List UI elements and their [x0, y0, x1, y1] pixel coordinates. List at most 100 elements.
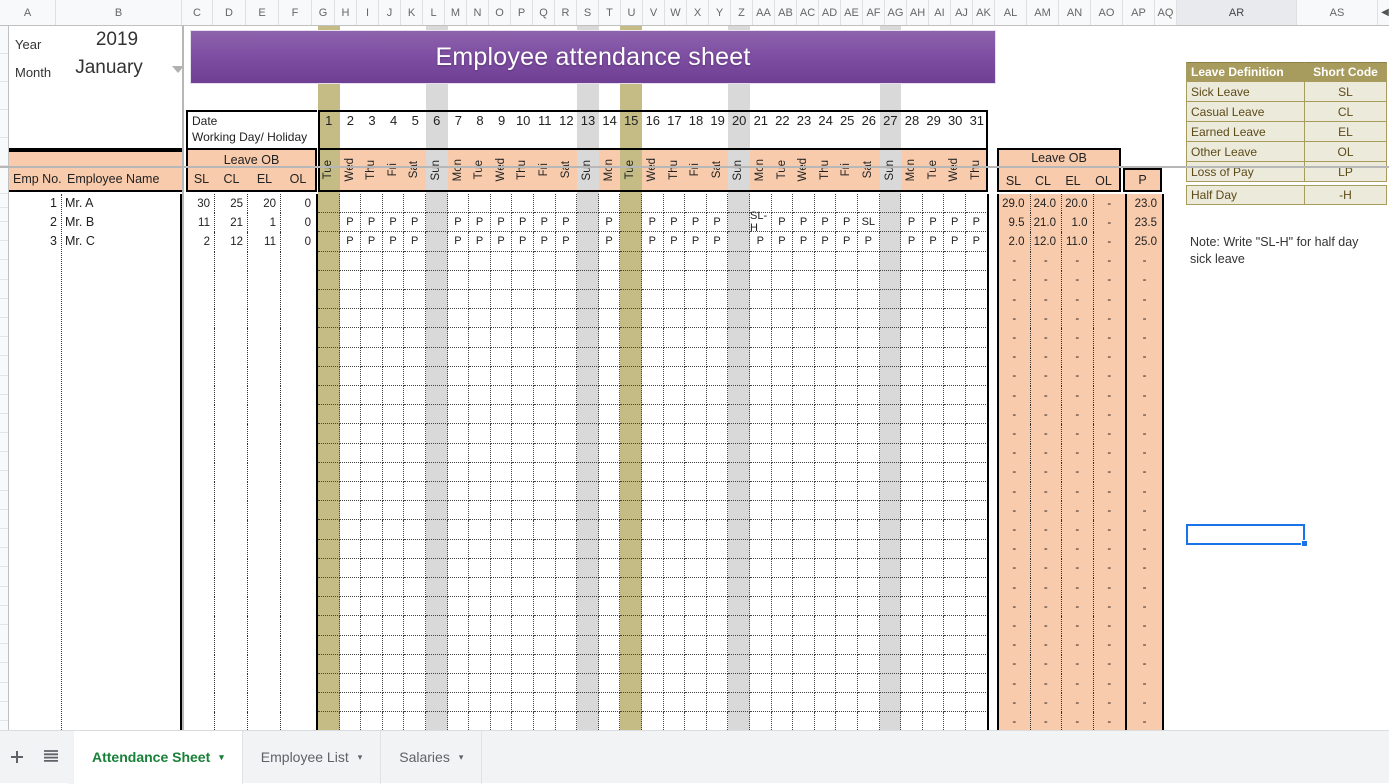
attendance-cell[interactable]	[426, 424, 448, 444]
attendance-cell[interactable]: P	[512, 213, 534, 233]
attendance-cell[interactable]	[469, 558, 491, 578]
leave-ob-cell-cl[interactable]	[215, 597, 248, 617]
summary-cell-el[interactable]: -	[1062, 578, 1094, 598]
employee-number-cell[interactable]	[9, 309, 57, 328]
summary-cell-ol[interactable]: -	[1093, 501, 1125, 521]
leave-ob-cell-cl[interactable]	[215, 270, 248, 290]
attendance-cell[interactable]	[469, 309, 491, 329]
row-header-cell[interactable]	[0, 414, 8, 434]
employee-number-cell[interactable]: 2	[9, 213, 57, 232]
attendance-cell[interactable]: P	[382, 232, 405, 252]
summary-cell-el[interactable]: -	[1062, 712, 1094, 730]
attendance-cell[interactable]	[512, 347, 534, 367]
attendance-cell[interactable]	[382, 270, 405, 290]
leave-ob-cell-el[interactable]	[248, 597, 281, 617]
summary-cell-el[interactable]: -	[1062, 366, 1094, 386]
attendance-cell[interactable]	[944, 501, 966, 521]
weekday-header-2[interactable]: Wed	[339, 148, 362, 192]
attendance-cell[interactable]	[577, 578, 599, 598]
employee-number-cell[interactable]	[9, 597, 57, 616]
attendance-cell[interactable]	[814, 616, 837, 636]
attendance-cell[interactable]	[901, 501, 923, 521]
attendance-cell[interactable]	[577, 366, 599, 386]
attendance-cell[interactable]	[447, 693, 470, 713]
attendance-cell[interactable]	[361, 194, 383, 214]
column-header-aa[interactable]: AA	[753, 0, 775, 25]
attendance-cell[interactable]	[556, 712, 578, 730]
attendance-cell[interactable]	[922, 501, 945, 521]
attendance-cell[interactable]	[620, 482, 642, 502]
attendance-cell[interactable]	[339, 520, 362, 540]
attendance-cell[interactable]: P	[555, 213, 578, 233]
attendance-cell[interactable]	[879, 462, 902, 482]
attendance-cell[interactable]	[750, 386, 772, 406]
attendance-cell[interactable]	[382, 558, 405, 578]
attendance-cell[interactable]	[382, 251, 405, 271]
attendance-cell[interactable]	[598, 558, 621, 578]
attendance-cell[interactable]	[901, 558, 923, 578]
attendance-cell[interactable]	[534, 424, 556, 444]
attendance-cell[interactable]	[426, 654, 448, 674]
summary-cell-sl[interactable]: -	[999, 462, 1031, 482]
attendance-cell[interactable]	[966, 578, 988, 598]
summary-cell-present[interactable]: -	[1127, 290, 1162, 310]
attendance-cell[interactable]	[469, 597, 491, 617]
leave-ob-cell-cl[interactable]: 25	[215, 194, 248, 214]
attendance-cell[interactable]	[642, 328, 664, 348]
chevron-down-icon[interactable]: ▾	[219, 752, 224, 763]
attendance-cell[interactable]	[620, 597, 642, 617]
attendance-cell[interactable]	[966, 194, 988, 214]
summary-cell-ol[interactable]: -	[1093, 482, 1125, 502]
attendance-cell[interactable]	[922, 309, 945, 329]
attendance-cell[interactable]	[728, 578, 750, 598]
summary-cell-el[interactable]: -	[1062, 501, 1094, 521]
column-header-ac[interactable]: AC	[797, 0, 819, 25]
summary-cell-present[interactable]: -	[1127, 712, 1162, 730]
attendance-cell[interactable]	[642, 443, 664, 463]
attendance-cell[interactable]	[836, 309, 858, 329]
attendance-cell[interactable]: P	[814, 232, 837, 252]
summary-cell-present[interactable]: -	[1127, 539, 1162, 559]
attendance-cell[interactable]	[879, 616, 902, 636]
leave-ob-cell-sl[interactable]: 30	[188, 194, 215, 214]
attendance-cell[interactable]	[598, 194, 621, 214]
attendance-cell[interactable]	[469, 270, 491, 290]
leave-ob-cell-cl[interactable]	[215, 578, 248, 598]
row-header-cell[interactable]	[0, 138, 8, 166]
leave-ob-cell-ol[interactable]: 0	[281, 194, 315, 213]
attendance-cell[interactable]	[447, 251, 470, 271]
attendance-cell[interactable]	[339, 578, 362, 598]
attendance-cell[interactable]	[534, 443, 556, 463]
attendance-cell[interactable]	[750, 290, 772, 310]
leave-ob-cell-el[interactable]	[248, 290, 281, 310]
attendance-cell[interactable]: P	[598, 232, 621, 252]
leave-ob-cell-cl[interactable]	[215, 558, 248, 578]
attendance-cell[interactable]: P	[534, 213, 556, 233]
attendance-cell[interactable]	[598, 578, 621, 598]
attendance-cell[interactable]	[836, 482, 858, 502]
attendance-cell[interactable]	[663, 366, 686, 386]
attendance-cell[interactable]: P	[534, 232, 556, 252]
column-header-aq[interactable]: AQ	[1155, 0, 1177, 25]
leave-ob-cell-sl[interactable]	[188, 443, 215, 463]
summary-cell-sl[interactable]: -	[999, 654, 1031, 674]
summary-cell-cl[interactable]: -	[1030, 386, 1062, 406]
leave-ob-cell-el[interactable]	[248, 539, 281, 559]
row-header-cell[interactable]	[0, 356, 8, 376]
attendance-cell[interactable]	[836, 462, 858, 482]
attendance-cell[interactable]	[318, 578, 340, 598]
attendance-cell[interactable]: P	[771, 232, 794, 252]
attendance-cell[interactable]	[642, 290, 664, 310]
attendance-cell[interactable]	[922, 194, 945, 214]
attendance-cell[interactable]	[340, 712, 362, 730]
attendance-cell[interactable]	[382, 424, 405, 444]
attendance-cell[interactable]	[663, 309, 686, 329]
attendance-cell[interactable]	[383, 712, 405, 730]
attendance-cell[interactable]	[706, 290, 729, 310]
leave-ob-cell-el[interactable]	[248, 712, 281, 730]
attendance-cell[interactable]	[685, 347, 707, 367]
attendance-cell[interactable]	[447, 654, 470, 674]
column-header-bar[interactable]: A B C D E F G H I J K L M N O P Q R S T U V W X Y Z AA AB AC AD AE AF AG…	[0, 0, 1389, 26]
attendance-cell[interactable]	[663, 194, 686, 214]
attendance-cell[interactable]	[944, 194, 966, 214]
